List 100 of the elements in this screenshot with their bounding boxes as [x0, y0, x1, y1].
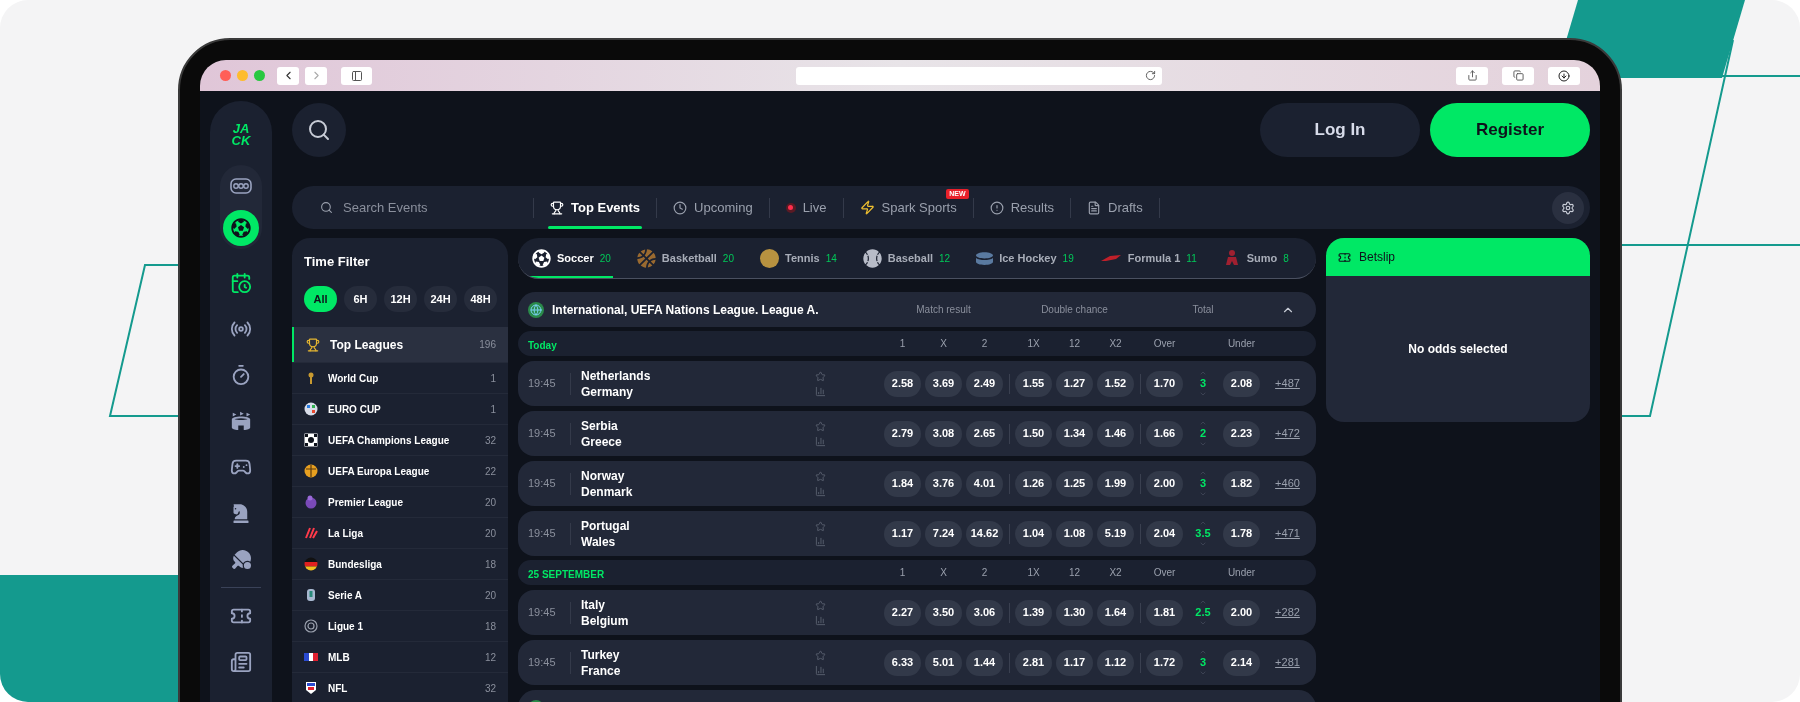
odds-button[interactable]: 1.78 [1223, 520, 1260, 547]
time-filter-chip[interactable]: 6H [344, 286, 377, 312]
league-item[interactable]: MLB 12 [292, 641, 508, 672]
odds-button[interactable]: 2.58 [884, 370, 921, 397]
search-field[interactable]: Search Events [292, 186, 533, 229]
odds-button[interactable]: 1.04 [1015, 520, 1052, 547]
nav-tab[interactable]: Top Events [534, 186, 657, 229]
more-markets-link[interactable]: +281 [1275, 654, 1300, 671]
odds-button[interactable]: 1.52 [1097, 370, 1134, 397]
odds-button[interactable]: 1.39 [1015, 599, 1052, 626]
odds-button[interactable]: 1.17 [884, 520, 921, 547]
odds-button[interactable]: 1.50 [1015, 420, 1052, 447]
league-item[interactable]: UEFA Champions League 32 [292, 424, 508, 455]
odds-button[interactable]: 2.00 [1223, 599, 1260, 626]
sport-tab[interactable]: Basketball 20 [634, 238, 736, 278]
odds-button[interactable]: 1.12 [1097, 649, 1134, 676]
odds-button[interactable]: 1.70 [1146, 370, 1183, 397]
odds-button[interactable]: 1.72 [1146, 649, 1183, 676]
odds-button[interactable]: 1.99 [1097, 470, 1134, 497]
odds-button[interactable]: 2.79 [884, 420, 921, 447]
back-button[interactable] [277, 66, 299, 85]
register-button[interactable]: Register [1430, 102, 1590, 157]
odds-button[interactable]: 3.06 [966, 599, 1003, 626]
odds-button[interactable]: 2.14 [1223, 649, 1260, 676]
league-item[interactable]: EURO CUP 1 [292, 393, 508, 424]
odds-button[interactable]: 2.04 [1146, 520, 1183, 547]
odds-button[interactable]: 3.08 [925, 420, 962, 447]
odds-button[interactable]: 1.30 [1056, 599, 1093, 626]
odds-button[interactable]: 1.08 [1056, 520, 1093, 547]
odds-button[interactable]: 3.69 [925, 370, 962, 397]
share-button[interactable] [1456, 66, 1488, 85]
match-row[interactable]: 19:45 Norway Denmark 1.84 3.76 4.01 1.26 1.25 1.99 2.00 3 1.82 +460 [518, 461, 1316, 506]
odds-button[interactable]: 1.84 [884, 470, 921, 497]
league-header[interactable]: International, UEFA Nations League. League A. Match result Double chance Total [518, 292, 1316, 327]
match-row[interactable]: 19:45 Italy Belgium 2.27 3.50 3.06 1.39 1.30 1.64 1.81 2.5 2.00 +282 [518, 590, 1316, 635]
odds-button[interactable]: 1.25 [1056, 470, 1093, 497]
league-item[interactable]: Bundesliga 18 [292, 548, 508, 579]
sport-tab[interactable]: Tennis 14 [758, 238, 839, 278]
search-input[interactable]: Search Events [343, 197, 503, 218]
more-markets-link[interactable]: +472 [1275, 425, 1300, 442]
league-item[interactable]: UEFA Europa League 22 [292, 455, 508, 486]
odds-button[interactable]: 1.34 [1056, 420, 1093, 447]
odds-button[interactable]: 1.55 [1015, 370, 1052, 397]
odds-button[interactable]: 2.81 [1015, 649, 1052, 676]
odds-button[interactable]: 4.01 [966, 470, 1003, 497]
sport-tab[interactable]: Sumo 8 [1220, 238, 1291, 278]
odds-button[interactable]: 14.62 [966, 520, 1003, 547]
sidebar-button[interactable] [341, 66, 372, 85]
logo[interactable]: JA CK [231, 123, 251, 147]
nav-tab[interactable]: Live [769, 186, 843, 229]
odds-button[interactable]: 1.82 [1223, 470, 1260, 497]
odds-button[interactable]: 3.76 [925, 470, 962, 497]
sport-tab[interactable]: Soccer 20 [530, 238, 613, 278]
tabs-button[interactable] [1502, 66, 1534, 85]
odds-button[interactable]: 1.81 [1146, 599, 1183, 626]
odds-button[interactable]: 5.01 [925, 649, 962, 676]
match-row[interactable]: 19:45 Serbia Greece 2.79 3.08 2.65 1.50 1.34 1.46 1.66 2 2.23 +472 [518, 411, 1316, 456]
odds-button[interactable]: 2.49 [966, 370, 1003, 397]
league-item[interactable]: Top Leagues 196 [292, 327, 508, 362]
league-item[interactable]: NFL 32 [292, 672, 508, 702]
sport-tab[interactable]: Ice Hockey 19 [974, 238, 1076, 278]
odds-button[interactable]: 6.33 [884, 649, 921, 676]
odds-button[interactable]: 2.00 [1146, 470, 1183, 497]
more-markets-link[interactable]: +471 [1275, 525, 1300, 542]
more-markets-link[interactable]: +487 [1275, 375, 1300, 392]
odds-button[interactable]: 1.44 [966, 649, 1003, 676]
more-markets-link[interactable]: +460 [1275, 475, 1300, 492]
odds-button[interactable]: 5.19 [1097, 520, 1134, 547]
odds-button[interactable]: 2.27 [884, 599, 921, 626]
match-row[interactable]: 19:45 Turkey France 6.33 5.01 1.44 2.81 1.17 1.12 1.72 3 2.14 +281 [518, 640, 1316, 685]
league-item[interactable]: Premier League 20 [292, 486, 508, 517]
nav-tab[interactable]: Drafts [1071, 186, 1159, 229]
time-filter-chip[interactable]: All [304, 286, 337, 312]
odds-button[interactable]: 1.46 [1097, 420, 1134, 447]
nav-tab[interactable]: Upcoming [657, 186, 769, 229]
match-row[interactable]: 19:45 Netherlands Germany 2.58 3.69 2.49 1.55 1.27 1.52 1.70 3 2.08 +487 [518, 361, 1316, 406]
league-item[interactable]: La Liga 20 [292, 517, 508, 548]
time-filter-chip[interactable]: 12H [384, 286, 417, 312]
time-filter-chip[interactable]: 24H [424, 286, 457, 312]
odds-button[interactable]: 2.08 [1223, 370, 1260, 397]
settings-button[interactable] [1552, 191, 1584, 224]
rail-item[interactable] [223, 210, 259, 246]
odds-button[interactable]: 2.65 [966, 420, 1003, 447]
betslip-header[interactable]: Betslip [1326, 238, 1590, 276]
sport-tab[interactable]: Baseball 12 [860, 238, 953, 278]
nav-tab[interactable]: Results [973, 186, 1070, 229]
match-row[interactable]: 19:45 Portugal Wales 1.17 7.24 14.62 1.04 1.08 5.19 2.04 3.5 1.78 +471 [518, 511, 1316, 556]
address-field[interactable] [796, 66, 1162, 85]
odds-button[interactable]: 1.27 [1056, 370, 1093, 397]
odds-button[interactable]: 3.50 [925, 599, 962, 626]
sport-tab[interactable]: Formula 1 11 [1097, 238, 1199, 278]
odds-button[interactable]: 1.66 [1146, 420, 1183, 447]
odds-button[interactable]: 1.17 [1056, 649, 1093, 676]
league-item[interactable]: World Cup 1 [292, 362, 508, 393]
time-filter-chip[interactable]: 48H [464, 286, 497, 312]
odds-button[interactable]: 2.23 [1223, 420, 1260, 447]
league-item[interactable]: Serie A 20 [292, 579, 508, 610]
odds-button[interactable]: 1.26 [1015, 470, 1052, 497]
odds-button[interactable]: 7.24 [925, 520, 962, 547]
more-markets-link[interactable]: +282 [1275, 604, 1300, 621]
